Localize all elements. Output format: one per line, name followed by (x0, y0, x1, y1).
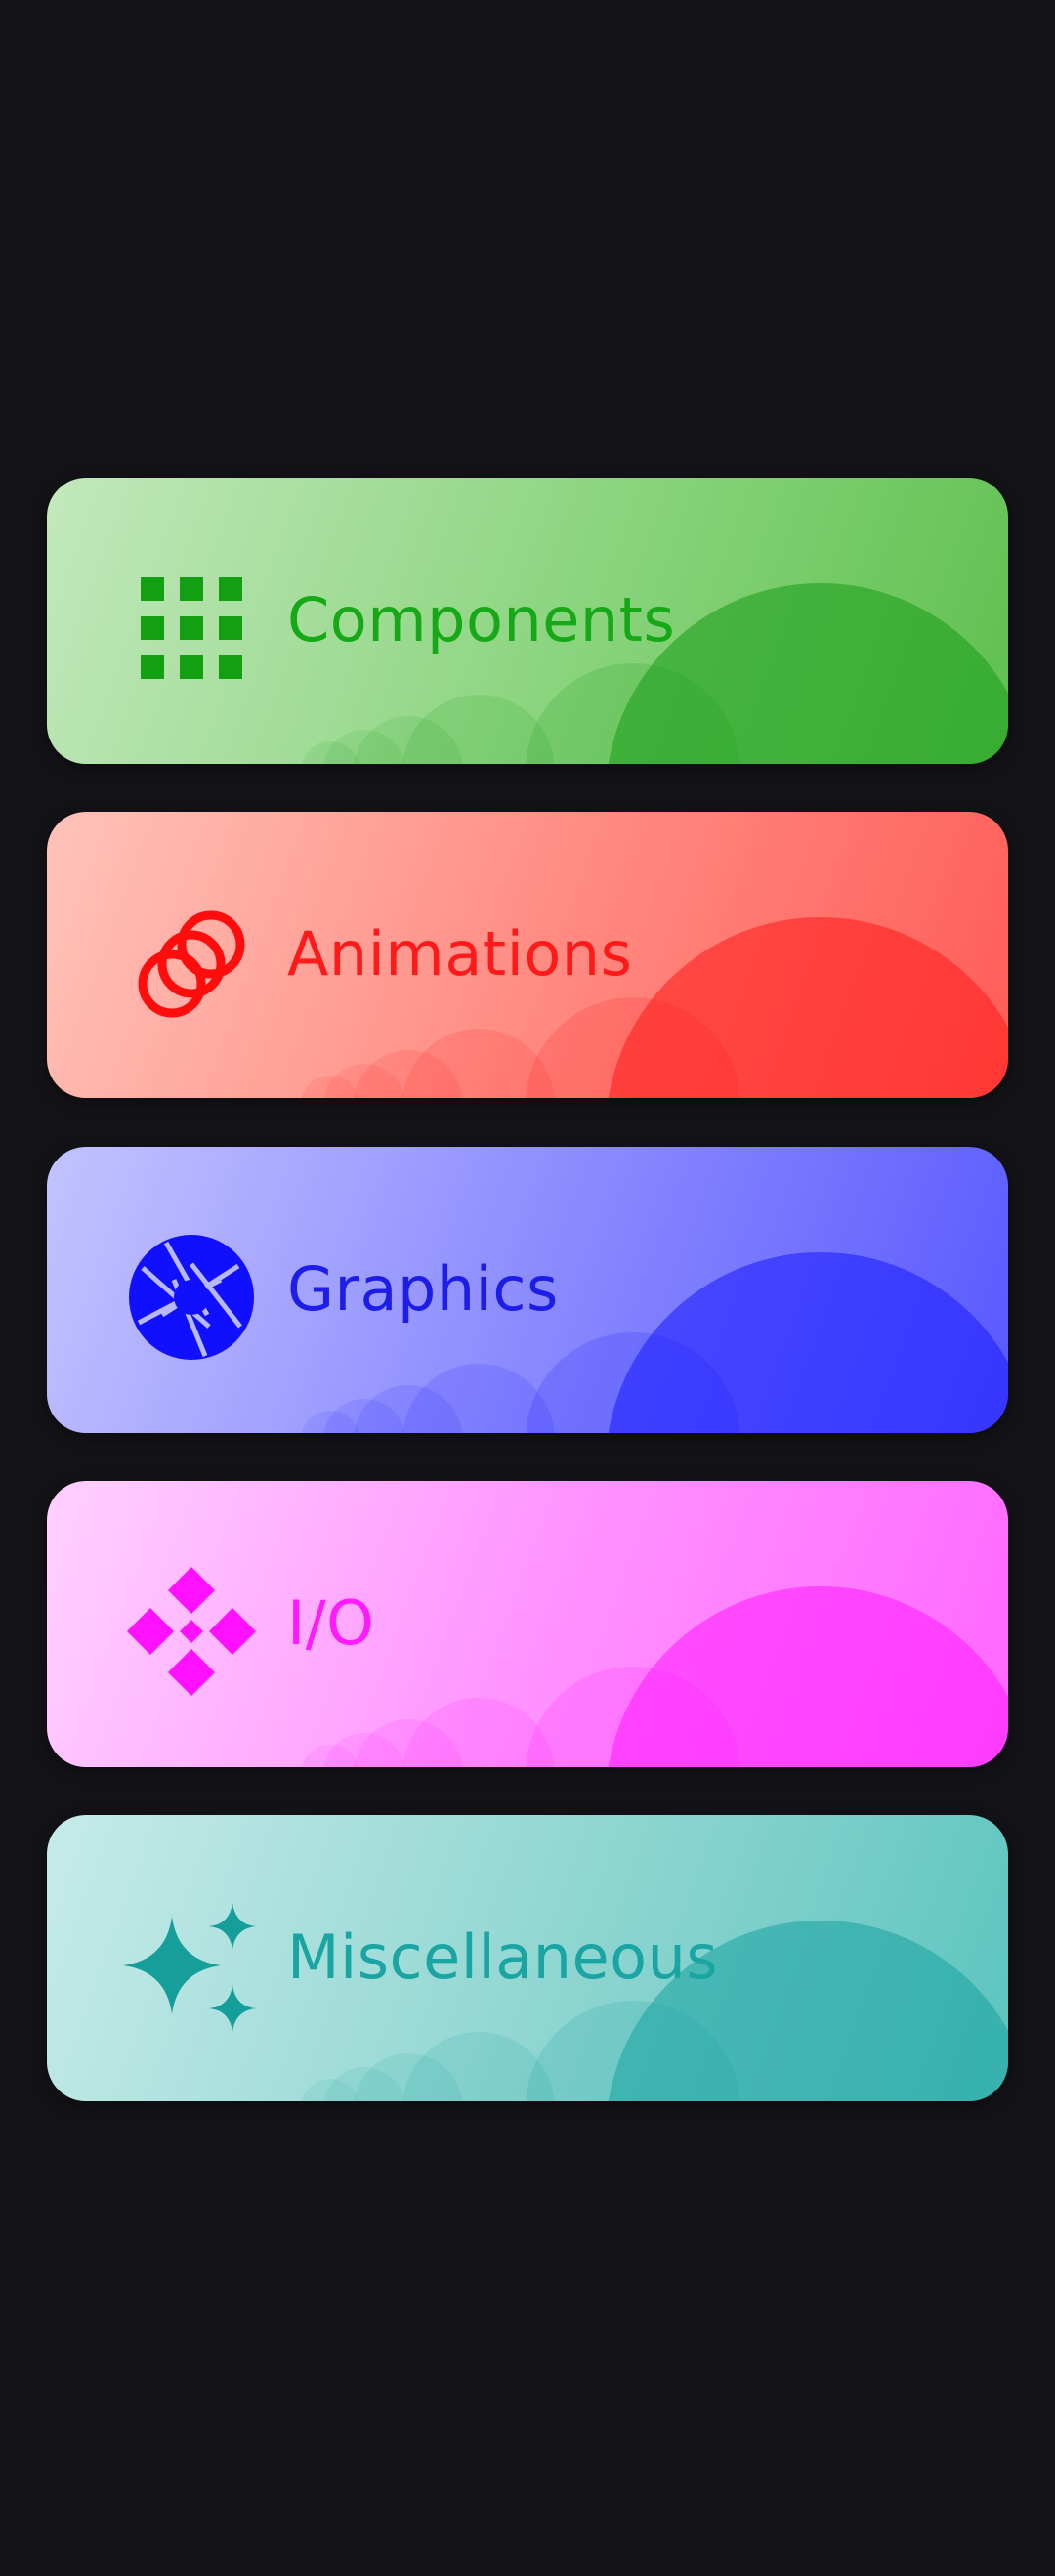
io-card[interactable]: I/O (47, 1481, 1008, 1767)
diamond-pattern-icon (127, 1567, 256, 1696)
components-card[interactable]: Components (47, 478, 1008, 764)
components-label: Components (287, 584, 676, 655)
category-screen: Components Animations Graphics I/O Misce… (0, 0, 1055, 2576)
miscellaneous-label: Miscellaneous (287, 1921, 719, 1993)
graphics-label: Graphics (287, 1253, 559, 1325)
sparkles-icon (123, 1903, 256, 2032)
animations-card[interactable]: Animations (47, 812, 1008, 1098)
io-label: I/O (287, 1587, 375, 1659)
rings-icon (138, 910, 245, 1018)
graphics-card[interactable]: Graphics (47, 1147, 1008, 1433)
miscellaneous-card[interactable]: Miscellaneous (47, 1815, 1008, 2101)
grid-icon (141, 577, 242, 679)
aperture-icon (129, 1235, 254, 1360)
animations-label: Animations (287, 918, 633, 990)
